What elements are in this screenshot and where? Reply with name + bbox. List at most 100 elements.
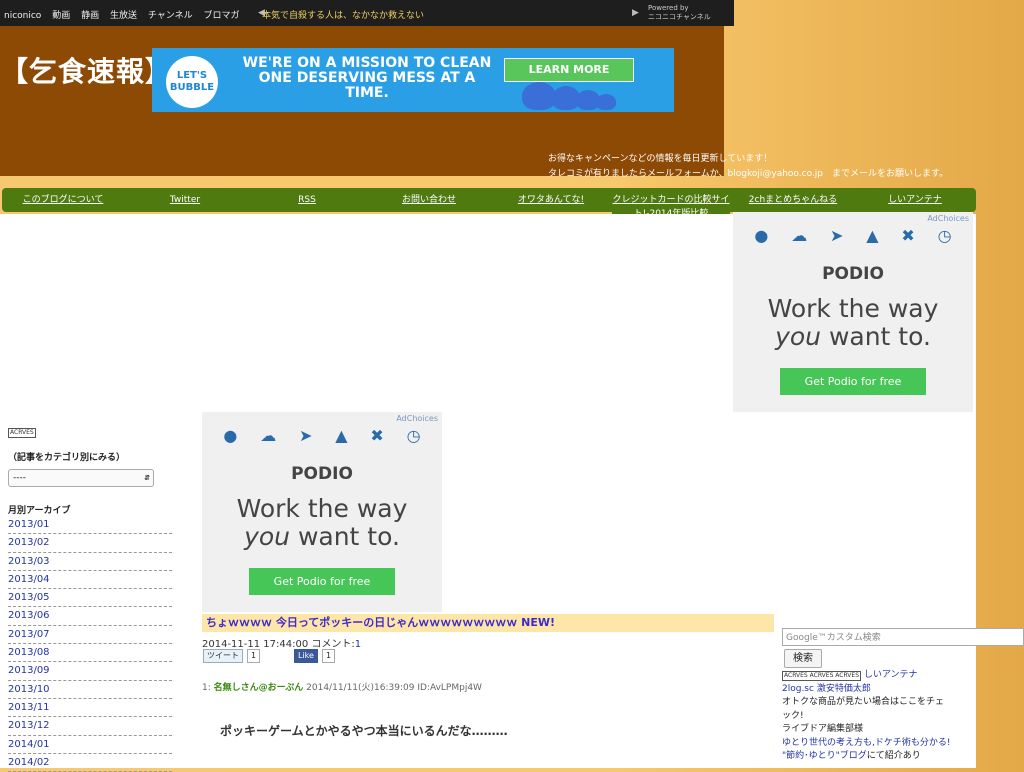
twolog-link[interactable]: 激安特価太郎 bbox=[817, 684, 871, 694]
banner-ad[interactable]: LET'S BUBBLE WE'RE ON A MISSION TO CLEAN… bbox=[152, 48, 674, 112]
archive-link[interactable]: 2013/06 bbox=[8, 607, 172, 626]
podio-headline-rest: want to. bbox=[290, 522, 400, 551]
podio-headline-2: you want to. bbox=[202, 522, 442, 551]
ticker-next-icon[interactable]: ▶ bbox=[632, 8, 639, 18]
cloud-icon: ☁ bbox=[791, 226, 808, 245]
tab-shii-antenna[interactable]: しいアンテナ bbox=[856, 188, 974, 212]
archive-link[interactable]: 2013/07 bbox=[8, 626, 172, 645]
adchoices-label[interactable]: AdChoices bbox=[396, 414, 438, 423]
lets-bubble-logo: LET'S BUBBLE bbox=[166, 56, 218, 108]
podio-brand: PODIO bbox=[822, 264, 884, 284]
yutori-row: ゆとり世代の考え方も,ドケチ術も分かる! "節約･ゆとり"ブログにて紹介あり bbox=[782, 737, 952, 764]
article-title[interactable]: ちょｗｗｗｗ 今日ってポッキーの日じゃんｗｗｗｗｗｗｗｗｗ NEW! bbox=[202, 614, 774, 632]
post-author: 名無しさん@おーぷん bbox=[213, 683, 304, 693]
podio-headline-1: Work the way bbox=[767, 294, 939, 323]
facebook-like-button[interactable]: Like bbox=[294, 649, 318, 663]
podio-icons: ● ☁ ➤ ▲ ✖ ◷ bbox=[743, 226, 963, 250]
post-header: 1: 名無しさん@おーぷん 2014/11/11(火)16:39:09 ID:A… bbox=[202, 680, 482, 693]
header-info-line1: お得なキャンペーンなどの情報を毎日更新しています！ bbox=[548, 154, 773, 164]
adchoices-label[interactable]: AdChoices bbox=[927, 214, 969, 223]
learn-more-button[interactable]: LEARN MORE bbox=[504, 58, 634, 82]
header-info: お得なキャンペーンなどの情報を毎日更新しています！ タレコミが有りましたらメール… bbox=[548, 152, 948, 182]
podio-ad-right[interactable]: AdChoices ● ☁ ➤ ▲ ✖ ◷ PODIO Work the way… bbox=[733, 212, 973, 412]
nav-seiga[interactable]: 静画 bbox=[81, 11, 99, 21]
archive-link[interactable]: 2013/01 bbox=[8, 516, 172, 535]
archive-link[interactable]: 2013/03 bbox=[8, 553, 172, 571]
search-button[interactable]: 検索 bbox=[784, 649, 822, 668]
timer-icon: ◷ bbox=[406, 426, 421, 445]
niconico-top-bar: niconico 動画 静画 生放送 チャンネル ブロマガ ◀ 本気で自殺する人… bbox=[0, 0, 734, 26]
tab-rss[interactable]: RSS bbox=[248, 188, 366, 212]
main-nav: このブログについて Twitter RSS お問い合わせ オワタあんてな! クレ… bbox=[2, 188, 976, 226]
powered-by-logo[interactable]: Powered by ニコニコチャンネル bbox=[648, 4, 711, 22]
nav-niconico[interactable]: niconico bbox=[4, 11, 41, 21]
news-ticker[interactable]: 本気で自殺する人は、なかなか救えない bbox=[262, 8, 424, 21]
archive-link[interactable]: 2013/09 bbox=[8, 662, 172, 681]
powered-line2: ニコニコチャンネル bbox=[648, 13, 711, 21]
comment-count-link[interactable]: 1 bbox=[355, 639, 361, 650]
article-meta: 2014-11-11 17:44:00 コメント:1 bbox=[202, 635, 361, 650]
archive-badge[interactable]: ACRVES bbox=[8, 428, 36, 438]
nav-channel[interactable]: チャンネル bbox=[148, 11, 193, 21]
archive-link[interactable]: 2013/02 bbox=[8, 534, 172, 553]
deal-note: オトクな商品が見たい場合はここをチェック! bbox=[782, 697, 945, 721]
tweet-widget: ツイート 1 bbox=[203, 649, 261, 663]
podio-headline-1: Work the way bbox=[236, 494, 408, 523]
rocket-icon: ➤ bbox=[830, 226, 844, 245]
blog-header: 【乞食速報】 LET'S BUBBLE WE'RE ON A MISSION T… bbox=[0, 26, 948, 179]
tools-icon: ✖ bbox=[370, 426, 384, 445]
tab-2ch-matome[interactable]: 2chまとめちゃんねる bbox=[734, 188, 852, 212]
archive-link[interactable]: 2013/12 bbox=[8, 717, 172, 736]
archive-link[interactable]: 2013/04 bbox=[8, 571, 172, 590]
archive-list: 2013/01 2013/02 2013/03 2013/04 2013/05 … bbox=[8, 516, 178, 772]
get-podio-button[interactable]: Get Podio for free bbox=[249, 568, 395, 595]
tools-icon: ✖ bbox=[901, 226, 915, 245]
chart-icon: ▲ bbox=[866, 226, 879, 245]
post-body: ポッキーゲームとかやるやつ本当にいるんだな……… bbox=[220, 724, 508, 738]
nav-douga[interactable]: 動画 bbox=[52, 11, 70, 21]
archive-link[interactable]: 2013/05 bbox=[8, 589, 172, 608]
google-search-input[interactable]: Google™カスタム検索 bbox=[782, 628, 1024, 646]
category-label: （記事をカテゴリ別にみる） bbox=[8, 453, 126, 463]
get-podio-button[interactable]: Get Podio for free bbox=[780, 368, 926, 395]
tweet-count: 1 bbox=[247, 649, 261, 663]
post-number: 1: bbox=[202, 683, 211, 693]
chat-icon: ● bbox=[223, 426, 238, 445]
podio-headline-rest: want to. bbox=[821, 322, 931, 351]
select-arrows-icon: ⇵ bbox=[144, 474, 150, 482]
antenna-link[interactable]: しいアンテナ bbox=[864, 670, 918, 680]
podio-ad-center[interactable]: AdChoices ● ☁ ➤ ▲ ✖ ◷ PODIO Work the way… bbox=[202, 412, 442, 612]
right-badge-row: ACRVES ACRVES ACRVES しいアンテナ bbox=[782, 669, 952, 683]
twolog-prefix[interactable]: 2log.sc bbox=[782, 684, 814, 694]
tweet-button[interactable]: ツイート bbox=[203, 649, 243, 663]
left-sidebar: ACRVES （記事をカテゴリ別にみる） ---- ⇵ 月別アーカイブ 2013… bbox=[8, 426, 178, 772]
tab-about[interactable]: このブログについて bbox=[4, 188, 122, 212]
tab-twitter[interactable]: Twitter bbox=[126, 188, 244, 212]
header-info-line2: タレコミが有りましたらメールフォームか、blogkoji@yahoo.co.jp… bbox=[548, 169, 949, 179]
right-sidebar-links: ACRVES ACRVES ACRVES しいアンテナ 2log.sc 激安特価… bbox=[782, 669, 952, 764]
editor-note: ライブドア編集部様 bbox=[782, 724, 864, 734]
chat-icon: ● bbox=[754, 226, 769, 245]
archive-link[interactable]: 2014/01 bbox=[8, 736, 172, 754]
podio-headline-em: you bbox=[244, 522, 290, 551]
archive-label: 月別アーカイブ bbox=[8, 506, 71, 516]
post-meta: 2014/11/11(火)16:39:09 ID:AvLPMpj4W bbox=[306, 683, 482, 693]
tab-owata-antenna[interactable]: オワタあんてな! bbox=[492, 188, 610, 212]
facebook-like-widget: Like 1 bbox=[294, 649, 336, 663]
archive-link[interactable]: 2013/11 bbox=[8, 699, 172, 718]
powered-line1: Powered by bbox=[648, 4, 689, 12]
rocket-icon: ➤ bbox=[299, 426, 313, 445]
archive-link[interactable]: 2014/02 bbox=[8, 754, 172, 772]
category-select[interactable]: ---- ⇵ bbox=[8, 469, 154, 487]
tab-contact[interactable]: お問い合わせ bbox=[370, 188, 488, 212]
nav-blomaga[interactable]: ブロマガ bbox=[203, 11, 239, 21]
archive-link[interactable]: 2013/08 bbox=[8, 644, 172, 663]
twolog-row: 2log.sc 激安特価太郎 bbox=[782, 683, 952, 697]
nav-live[interactable]: 生放送 bbox=[110, 11, 137, 21]
archive-link[interactable]: 2013/10 bbox=[8, 681, 172, 699]
category-select-value: ---- bbox=[13, 473, 26, 483]
blog-logo[interactable]: 【乞食速報】 bbox=[0, 50, 174, 90]
badges[interactable]: ACRVES ACRVES ACRVES bbox=[782, 671, 862, 681]
podio-headline-2: you want to. bbox=[733, 322, 973, 351]
yutori-rest: にて紹介あり bbox=[866, 751, 921, 761]
